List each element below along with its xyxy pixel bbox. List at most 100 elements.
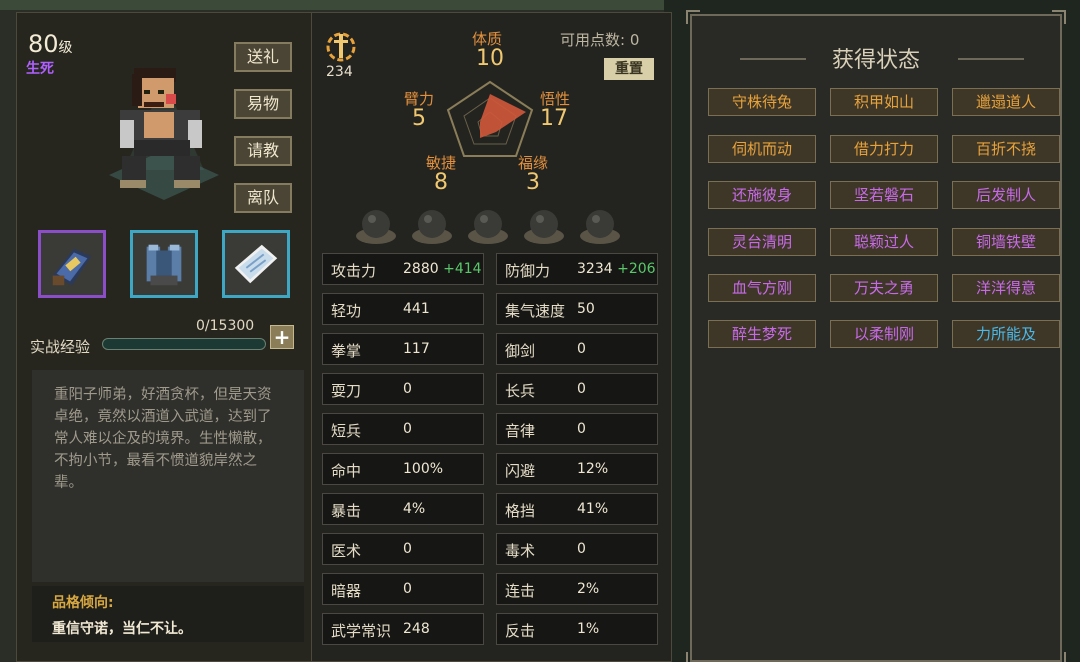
stat-cell: 集气速度 50 (496, 293, 658, 325)
stat-value: 0 (577, 341, 586, 357)
consult-button[interactable]: 请教 (234, 136, 292, 166)
status-item[interactable]: 血气方刚 (708, 274, 816, 302)
status-item[interactable]: 力所能及 (952, 320, 1060, 348)
reset-button[interactable]: 重置 (604, 58, 654, 80)
status-item-label: 邋遢道人 (975, 93, 1036, 111)
trait-title: 品格倾向: (52, 595, 114, 611)
stat-defense: 防御力 3234 +206 (496, 253, 658, 285)
stat-label: 反击 (505, 622, 536, 640)
status-item-label: 灵台清明 (731, 233, 792, 251)
frame-corner (1052, 10, 1066, 24)
status-item-label: 聪颖过人 (853, 233, 914, 251)
status-item[interactable]: 邋遢道人 (952, 88, 1060, 116)
stat-cell: 命中 100% (322, 453, 484, 485)
status-item[interactable]: 万夫之勇 (830, 274, 938, 302)
status-item-label: 还施彼身 (731, 186, 792, 204)
stat-cell: 反击 1% (496, 613, 658, 645)
stat-label: 轻功 (331, 302, 362, 320)
status-item[interactable]: 洋洋得意 (952, 274, 1060, 302)
stat-value: 2% (577, 581, 600, 597)
status-item[interactable]: 以柔制刚 (830, 320, 938, 348)
status-item[interactable]: 还施彼身 (708, 181, 816, 209)
character-portrait (109, 68, 219, 200)
stat-value: 0 (577, 381, 586, 397)
exp-progress-bar (102, 338, 266, 350)
available-points: 可用点数: 0 (560, 29, 639, 50)
stat-cell: 拳掌 117 (322, 333, 484, 365)
status-item[interactable]: 百折不挠 (952, 135, 1060, 163)
level-unit: 级 (58, 40, 73, 56)
stat-value-number: 2880 (403, 261, 439, 277)
status-item-label: 后发制人 (975, 186, 1036, 204)
exp-add-button[interactable]: + (270, 325, 294, 349)
stat-attack: 攻击力 2880 +414 (322, 253, 484, 285)
status-item[interactable]: 灵台清明 (708, 228, 816, 256)
gift-button[interactable]: 送礼 (234, 42, 292, 72)
meridian-orb-icon (580, 210, 620, 244)
status-item-label: 借力打力 (853, 140, 914, 158)
available-points-label: 可用点数: (560, 31, 626, 49)
equip-slot-armor[interactable] (130, 230, 198, 298)
meridian-orb-icon (468, 210, 508, 244)
attr-value-agility: 8 (434, 170, 448, 195)
stat-value: 441 (403, 301, 430, 317)
status-item[interactable]: 积甲如山 (830, 88, 938, 116)
stat-cell: 毒术 0 (496, 533, 658, 565)
meridian-orb-icon (524, 210, 564, 244)
status-item[interactable]: 后发制人 (952, 181, 1060, 209)
gauntlet-icon (52, 248, 92, 286)
stat-label: 防御力 (505, 262, 551, 280)
scroll-icon (234, 244, 278, 284)
stat-label: 毒术 (505, 542, 536, 560)
stat-cell: 轻功 441 (322, 293, 484, 325)
stat-cell: 武学常识 248 (322, 613, 484, 645)
stat-cell: 长兵 0 (496, 373, 658, 405)
status-item[interactable]: 聪颖过人 (830, 228, 938, 256)
trait-box: 品格倾向: 重信守诺，当仁不让。 (32, 586, 304, 642)
faction-label: 生死 (26, 61, 54, 77)
status-item-label: 万夫之勇 (853, 279, 914, 297)
stat-label: 格挡 (505, 502, 536, 520)
stat-cell: 御剑 0 (496, 333, 658, 365)
stat-label: 命中 (331, 462, 362, 480)
stat-label: 集气速度 (505, 302, 566, 320)
stat-cell: 格挡 41% (496, 493, 658, 525)
equip-slot-gauntlet[interactable] (38, 230, 106, 298)
stat-value: 0 (403, 421, 412, 437)
exp-value: 0/15300 (196, 318, 255, 334)
equip-slot-scroll[interactable] (222, 230, 290, 298)
stat-value: 0 (403, 541, 412, 557)
stat-label: 音律 (505, 422, 536, 440)
stat-value: 248 (403, 621, 430, 637)
stat-value: 50 (577, 301, 595, 317)
title-ornament-right (958, 58, 1024, 60)
stat-cell: 连击 2% (496, 573, 658, 605)
status-item[interactable]: 坚若磐石 (830, 181, 938, 209)
level-display: 80级 (28, 30, 73, 58)
stat-value: 1% (577, 621, 600, 637)
status-item-label: 力所能及 (975, 325, 1036, 343)
stat-cell: 短兵 0 (322, 413, 484, 445)
status-title: 获得状态 (832, 48, 921, 73)
stat-value: 0 (403, 581, 412, 597)
status-item-label: 百折不挠 (975, 140, 1036, 158)
points-value: 234 (326, 64, 353, 80)
status-item-label: 血气方刚 (731, 279, 792, 297)
stat-value: 0 (403, 381, 412, 397)
status-item[interactable]: 铜墙铁壁 (952, 228, 1060, 256)
status-item[interactable]: 伺机而动 (708, 135, 816, 163)
stat-label: 耍刀 (331, 382, 362, 400)
status-item-label: 铜墙铁壁 (975, 233, 1036, 251)
stat-cell: 暗器 0 (322, 573, 484, 605)
status-item[interactable]: 守株待兔 (708, 88, 816, 116)
trade-button[interactable]: 易物 (234, 89, 292, 119)
attr-value-strength: 5 (412, 106, 426, 131)
leave-party-button[interactable]: 离队 (234, 183, 292, 213)
stat-value: 0 (577, 421, 586, 437)
stat-label: 长兵 (505, 382, 536, 400)
status-item[interactable]: 醉生梦死 (708, 320, 816, 348)
status-item[interactable]: 借力打力 (830, 135, 938, 163)
attr-value-insight: 17 (540, 106, 568, 131)
character-description: 重阳子师弟，好酒贪杯，但是天资卓绝，竟然以酒道入武道，达到了常人难以企及的境界。… (32, 370, 304, 582)
status-item-label: 醉生梦死 (731, 325, 792, 343)
